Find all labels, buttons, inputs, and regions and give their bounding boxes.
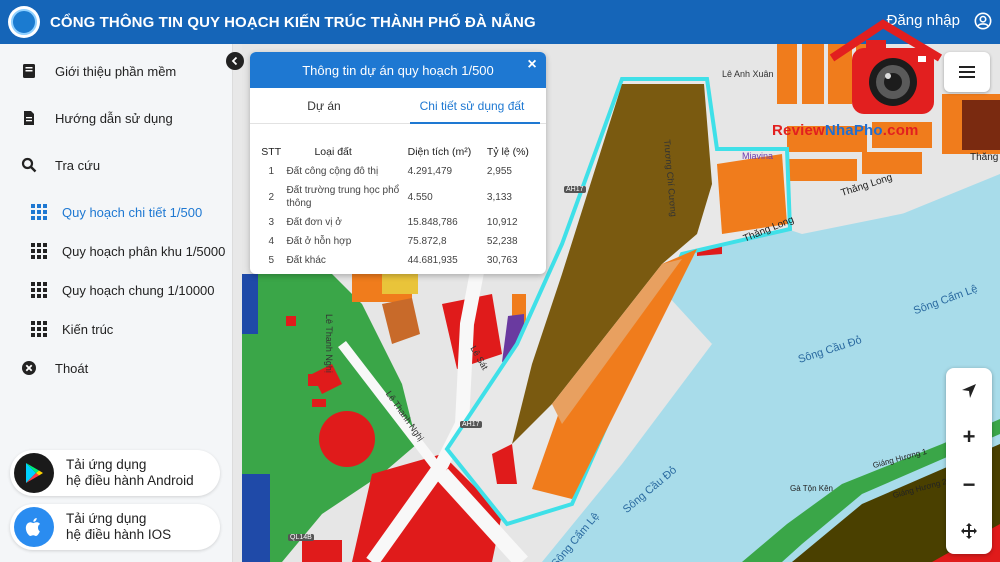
- ios-line2: hệ điều hành IOS: [66, 527, 172, 542]
- sidebar-item-label: Quy hoạch chung 1/10000: [62, 282, 215, 298]
- zoom-out-button[interactable]: −: [946, 462, 992, 508]
- column-header: Loại đất: [314, 146, 352, 158]
- book-icon: [20, 62, 38, 80]
- land-use-table: STT Loại đất Diện tích (m²) Tỷ lệ (%) 1 …: [258, 142, 540, 270]
- panel-title: Thông tin dự án quy hoạch 1/500: [302, 62, 494, 78]
- play-store-icon: [14, 453, 54, 493]
- watermark-part1: Review: [772, 122, 825, 139]
- ios-line1: Tải ứng dụng: [66, 511, 147, 526]
- table-row: 3 Đất đơn vị ở 15.848,786 10,912: [258, 213, 540, 232]
- table-header-row: STT Loại đất Diện tích (m²) Tỷ lệ (%): [258, 142, 540, 162]
- cell-area: 15.848,786: [407, 217, 458, 228]
- document-icon: [20, 109, 38, 127]
- location-arrow-icon: [962, 384, 976, 398]
- cell-pct: 2,955: [486, 166, 512, 177]
- map-controls: + −: [946, 368, 992, 554]
- close-circle-icon: [20, 359, 38, 377]
- collapse-sidebar-button[interactable]: [226, 52, 244, 70]
- sidebar: Giới thiệu phần mềm Hướng dẫn sử dụng Tr…: [0, 44, 233, 562]
- sidebar-item-lookup[interactable]: Tra cứu: [0, 147, 233, 183]
- sidebar-item-label: Tra cứu: [55, 157, 101, 173]
- watermark-logo: ReviewNhaPho.com: [772, 18, 994, 140]
- pan-button[interactable]: [946, 508, 992, 554]
- sidebar-item-label: Thoát: [55, 360, 89, 376]
- watermark-part2: NhaPho: [824, 122, 883, 139]
- cell-stt: 2: [268, 191, 274, 203]
- map-label-ah17: AH17: [564, 186, 586, 193]
- cell-area: 44.681,935: [407, 255, 458, 266]
- sidebar-item-label: Hướng dẫn sử dụng: [55, 110, 173, 126]
- cell-pct: 30,763: [486, 255, 518, 266]
- column-header: Tỷ lệ (%): [486, 146, 529, 158]
- search-icon: [20, 156, 38, 174]
- ios-download-button[interactable]: Tải ứng dụng hệ điều hành IOS: [10, 504, 220, 550]
- sidebar-item-intro[interactable]: Giới thiệu phần mềm: [0, 53, 233, 89]
- sidebar-subitem-general-1-10000[interactable]: Quy hoạch chung 1/10000: [0, 272, 233, 308]
- camera-house-logo-icon: [829, 19, 943, 114]
- sidebar-item-label: Kiến trúc: [62, 321, 114, 337]
- android-line2: hệ điều hành Android: [66, 473, 194, 488]
- map-label-ga-ton: Gà Tộn Kên: [790, 484, 833, 493]
- cell-stt: 4: [268, 236, 274, 247]
- column-header: Diện tích (m²): [407, 146, 472, 158]
- map-label-ql14b: QL14B: [288, 534, 314, 541]
- close-icon[interactable]: ×: [524, 57, 540, 74]
- sidebar-item-label: Giới thiệu phần mềm: [55, 63, 177, 79]
- cell-area: 4.550: [407, 191, 433, 203]
- map-label-miavina: Miavina: [742, 151, 774, 161]
- table-row: 5 Đất khác 44.681,935 30,763: [258, 251, 540, 270]
- grid-icon: [31, 321, 47, 337]
- sidebar-subitem-architecture[interactable]: Kiến trúc: [0, 311, 233, 347]
- move-arrows-icon: [961, 523, 977, 539]
- locate-button[interactable]: [946, 368, 992, 414]
- table-row: 1 Đất công cộng đô thị 4.291,479 2,955: [258, 162, 540, 181]
- sidebar-item-label: Quy hoạch chi tiết 1/500: [62, 204, 203, 220]
- app-title: CỔNG THÔNG TIN QUY HOẠCH KIẾN TRÚC THÀNH…: [50, 13, 536, 31]
- grid-icon: [31, 282, 47, 298]
- cell-stt: 5: [268, 255, 274, 266]
- cell-type: Đất trường trung học phổ thông: [286, 185, 400, 209]
- cell-pct: 52,238: [486, 236, 518, 247]
- sidebar-subitem-zoning-1-5000[interactable]: Quy hoạch phân khu 1/5000: [0, 233, 233, 269]
- android-line1: Tải ứng dụng: [66, 457, 147, 472]
- cell-type: Đất công cộng đô thị: [286, 166, 379, 177]
- cell-area: 4.291,479: [407, 166, 453, 177]
- sidebar-item-guide[interactable]: Hướng dẫn sử dụng: [0, 100, 233, 136]
- watermark-part3: .com: [882, 122, 919, 139]
- table-row: 2 Đất trường trung học phổ thông 4.550 3…: [258, 181, 540, 213]
- city-logo-icon[interactable]: [8, 6, 40, 38]
- grid-icon: [31, 243, 47, 259]
- map-label-le-thanh-nghi: Lê Thanh Nghị: [324, 314, 334, 373]
- column-header: STT: [261, 146, 282, 158]
- zoom-in-button[interactable]: +: [946, 414, 992, 460]
- cell-type: Đất đơn vị ở: [286, 217, 342, 228]
- active-tab-indicator: [410, 122, 540, 124]
- cell-pct: 10,912: [486, 217, 518, 228]
- watermark-text: ReviewNhaPho.com: [772, 122, 994, 139]
- apple-icon: [14, 507, 54, 547]
- project-info-panel: Thông tin dự án quy hoạch 1/500 × Dự án …: [250, 52, 546, 274]
- sidebar-subitem-detail-1-500[interactable]: Quy hoạch chi tiết 1/500: [0, 194, 233, 230]
- cell-type: Đất ở hỗn hợp: [286, 236, 352, 247]
- sidebar-item-label: Quy hoạch phân khu 1/5000: [62, 243, 226, 259]
- sidebar-item-logout[interactable]: Thoát: [0, 350, 233, 386]
- cell-area: 75.872,8: [407, 236, 447, 247]
- map-label-thang-long: Thăng: [970, 152, 999, 163]
- panel-header: Thông tin dự án quy hoạch 1/500 ×: [250, 52, 546, 88]
- android-download-button[interactable]: Tải ứng dụng hệ điều hành Android: [10, 450, 220, 496]
- tab-land-use-detail[interactable]: Chi tiết sử dụng đất: [398, 88, 546, 124]
- cell-stt: 3: [268, 217, 274, 228]
- panel-tabs: Dự án Chi tiết sử dụng đất: [250, 88, 546, 124]
- grid-icon: [31, 204, 47, 220]
- map-label-ah17: AH17: [460, 421, 482, 428]
- chevron-left-icon: [231, 56, 238, 66]
- map-label-le-anh-xuan: Lê Anh Xuân: [722, 69, 774, 79]
- cell-type: Đất khác: [286, 255, 326, 266]
- cell-pct: 3,133: [486, 191, 512, 203]
- table-row: 4 Đất ở hỗn hợp 75.872,8 52,238: [258, 232, 540, 251]
- tab-project[interactable]: Dự án: [250, 88, 398, 124]
- cell-stt: 1: [268, 166, 274, 177]
